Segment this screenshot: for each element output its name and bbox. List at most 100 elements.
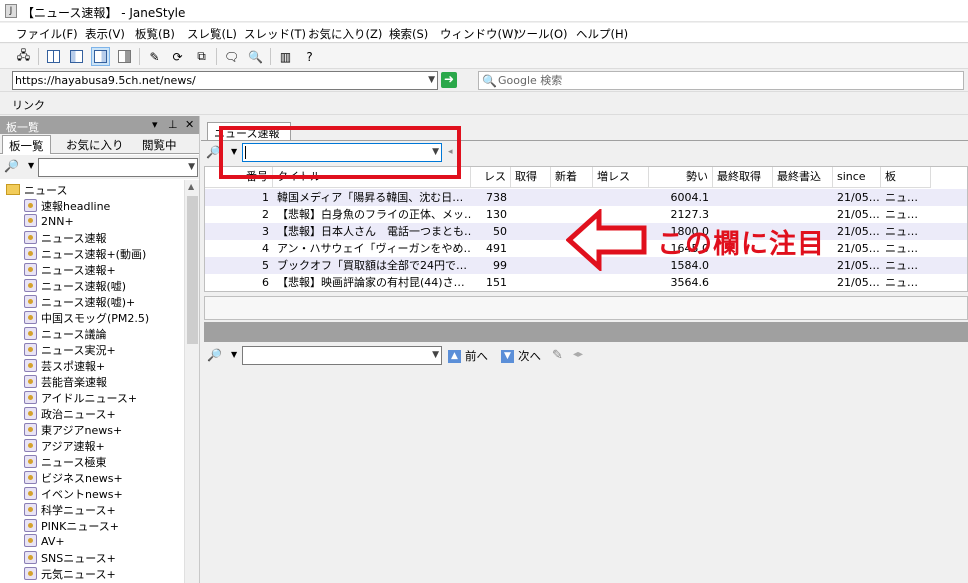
menu-favorites[interactable]: お気に入り(Z)	[308, 26, 382, 42]
column-header[interactable]: 板	[881, 167, 931, 188]
board-item[interactable]: SNSニュース+	[24, 550, 116, 566]
column-header[interactable]: 新着	[551, 167, 593, 188]
board-item[interactable]: 科学ニュース+	[24, 502, 116, 518]
tab-board-list[interactable]: 板一覧	[2, 135, 51, 154]
column-header[interactable]: レス	[471, 167, 511, 188]
board-item[interactable]: ニュース議論	[24, 326, 106, 342]
menu-view[interactable]: 表示(V)	[85, 26, 125, 42]
board-item[interactable]: AV+	[24, 534, 65, 550]
cell-ikioi: 3564.6	[670, 276, 710, 289]
search-icon[interactable]: 🔎	[207, 348, 222, 362]
column-header[interactable]: 最終取得	[713, 167, 773, 188]
help-icon[interactable]: ?	[300, 47, 319, 66]
menu-board-list[interactable]: 板覧(B)	[135, 26, 175, 42]
cell-title: アン・ハサウェイ「ヴィーガンをやめ…	[277, 242, 471, 255]
search-icon[interactable]: 🔎	[4, 159, 19, 173]
app-icon: J	[5, 4, 17, 18]
layout-3-icon[interactable]	[91, 47, 110, 66]
menu-thread-list[interactable]: スレ覧(L)	[187, 26, 237, 42]
board-item[interactable]: 芸能音楽速報	[24, 374, 107, 390]
google-search-input[interactable]	[498, 73, 798, 88]
cell-no: 1	[262, 191, 269, 204]
layout-2-icon[interactable]	[67, 47, 86, 66]
board-item[interactable]: ニュース速報(嘘)	[24, 278, 126, 294]
board-item-label: 元気ニュース+	[41, 568, 116, 581]
board-manager-icon[interactable]: ▥	[276, 47, 295, 66]
board-item[interactable]: ニュース実況+	[24, 342, 116, 358]
chevron-down-icon[interactable]: ▼	[432, 350, 439, 360]
scroll-up-icon[interactable]: ▲	[188, 182, 194, 191]
board-item[interactable]: 芸スポ速報+	[24, 358, 105, 374]
connect-icon[interactable]: 🖧	[14, 47, 33, 66]
scrollbar-thumb[interactable]	[187, 196, 198, 344]
pin-icon[interactable]: ⊥	[168, 118, 178, 131]
chevron-down-icon[interactable]: ▼	[428, 75, 435, 85]
refresh-all-icon[interactable]: ⧉	[192, 47, 211, 66]
board-icon	[24, 311, 37, 324]
board-item[interactable]: ビジネスnews+	[24, 470, 123, 486]
menu-thread[interactable]: スレッド(T)	[244, 26, 306, 42]
pane-menu-icon[interactable]: ▾	[152, 118, 158, 131]
board-item[interactable]: 東アジアnews+	[24, 422, 122, 438]
board-item[interactable]: ニュース速報	[24, 230, 106, 246]
board-item[interactable]: ニュース速報(嘘)+	[24, 294, 135, 310]
next-button[interactable]: ▼ 次へ	[501, 347, 541, 365]
edit-icon[interactable]: ✎	[145, 47, 164, 66]
find-icon[interactable]: 🗨	[222, 47, 241, 66]
menu-help[interactable]: ヘルプ(H)	[576, 26, 628, 42]
board-item[interactable]: PINKニュース+	[24, 518, 119, 534]
chevron-down-icon[interactable]: ▼	[188, 162, 195, 172]
thread-title-bar	[204, 296, 968, 320]
column-header[interactable]: 増レス	[593, 167, 649, 188]
board-item[interactable]: 中国スモッグ(PM2.5)	[24, 310, 149, 326]
column-header[interactable]: since	[833, 167, 881, 188]
board-item[interactable]: ニュース極東	[24, 454, 106, 470]
cell-title: 【悲報】日本人さん 電話一つまとも…	[277, 225, 471, 238]
cell-no: 6	[262, 276, 269, 289]
chevron-down-icon[interactable]: ▼	[28, 161, 34, 170]
refresh-icon[interactable]: ⟳	[168, 47, 187, 66]
board-item-label: アイドルニュース+	[41, 392, 138, 405]
table-row[interactable]: 1 韓国メディア「陽昇る韓国、沈む日… 738 6004.1 21/05… ニュ…	[205, 189, 967, 206]
board-item[interactable]: ニュース速報+	[24, 262, 116, 278]
layout-4-icon[interactable]	[115, 47, 134, 66]
board-icon	[24, 343, 37, 356]
board-item[interactable]: 政治ニュース+	[24, 406, 116, 422]
folder-news[interactable]: ニュース	[6, 182, 67, 198]
board-tree-scrollbar[interactable]: ▲	[184, 180, 199, 583]
menu-file[interactable]: ファイル(F)	[16, 26, 78, 42]
go-button[interactable]: ➜	[441, 72, 457, 88]
board-item[interactable]: 2NN+	[24, 214, 74, 230]
cell-ita: ニュ…	[885, 191, 918, 204]
board-item[interactable]: アジア速報+	[24, 438, 105, 454]
board-item-label: ニュース極東	[41, 456, 107, 469]
board-item[interactable]: 元気ニュース+	[24, 566, 116, 582]
menu-window[interactable]: ウィンドウ(W)	[440, 26, 518, 42]
board-item[interactable]: 速報headline	[24, 198, 110, 214]
board-item[interactable]: アイドルニュース+	[24, 390, 137, 406]
url-input[interactable]	[15, 73, 415, 88]
highlight-pen-icon[interactable]: ✎	[552, 348, 563, 363]
viewer-search-input[interactable]: ▼	[242, 346, 442, 365]
grip-icon[interactable]: ◂▸	[573, 349, 583, 360]
board-item[interactable]: イベントnews+	[24, 486, 123, 502]
url-combobox[interactable]: ▼	[12, 71, 438, 90]
menu-tools[interactable]: ツール(O)	[515, 26, 568, 42]
prev-button[interactable]: ▲ 前へ	[448, 347, 488, 365]
layout-1-icon[interactable]	[44, 47, 63, 66]
table-row[interactable]: 6 【悲報】映画評論家の有村昆(44)さ… 151 3564.6 21/05… ニュ…	[205, 274, 967, 291]
tab-browsing[interactable]: 閲覧中	[136, 135, 183, 154]
google-search-box[interactable]: 🔍	[478, 71, 964, 90]
board-item[interactable]: ニュース速報+(動画)	[24, 246, 146, 262]
column-header[interactable]: 最終書込	[773, 167, 833, 188]
board-filter-input[interactable]: ▼	[38, 158, 198, 177]
menu-search[interactable]: 検索(S)	[389, 26, 428, 42]
chevron-down-icon[interactable]: ▼	[231, 350, 237, 359]
magnifier-icon[interactable]: 🔍	[246, 47, 265, 66]
column-header[interactable]: 取得	[511, 167, 551, 188]
column-header[interactable]: 勢い	[649, 167, 713, 188]
close-icon[interactable]: ✕	[185, 118, 194, 131]
tab-favorites[interactable]: お気に入り	[60, 135, 130, 154]
viewer-search-bar: 🔎 ▼ ▼ ▲ 前へ ▼ 次へ ✎ ◂▸	[201, 344, 968, 368]
cell-title: 韓国メディア「陽昇る韓国、沈む日…	[277, 191, 464, 204]
